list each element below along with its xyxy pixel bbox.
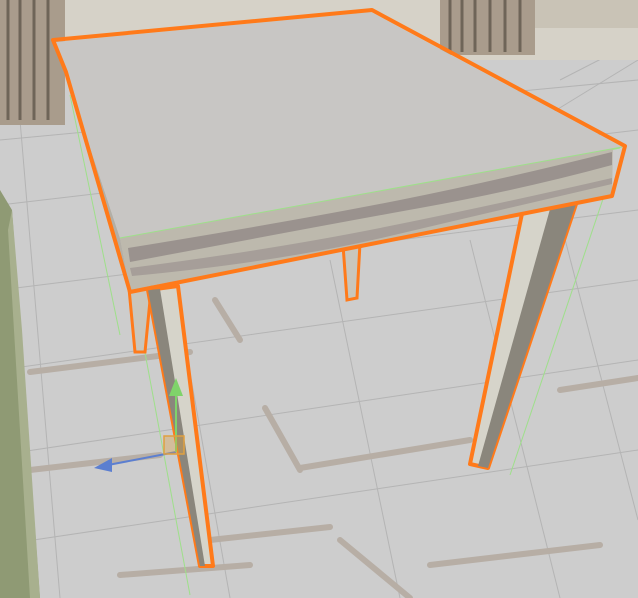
wall-trim <box>535 0 638 28</box>
3d-viewport[interactable] <box>0 0 638 598</box>
wall-panel-left <box>0 0 65 125</box>
gizmo-center-handle[interactable] <box>163 435 185 455</box>
table-leg-back-right <box>341 241 362 302</box>
wall-panel-right <box>440 0 535 55</box>
